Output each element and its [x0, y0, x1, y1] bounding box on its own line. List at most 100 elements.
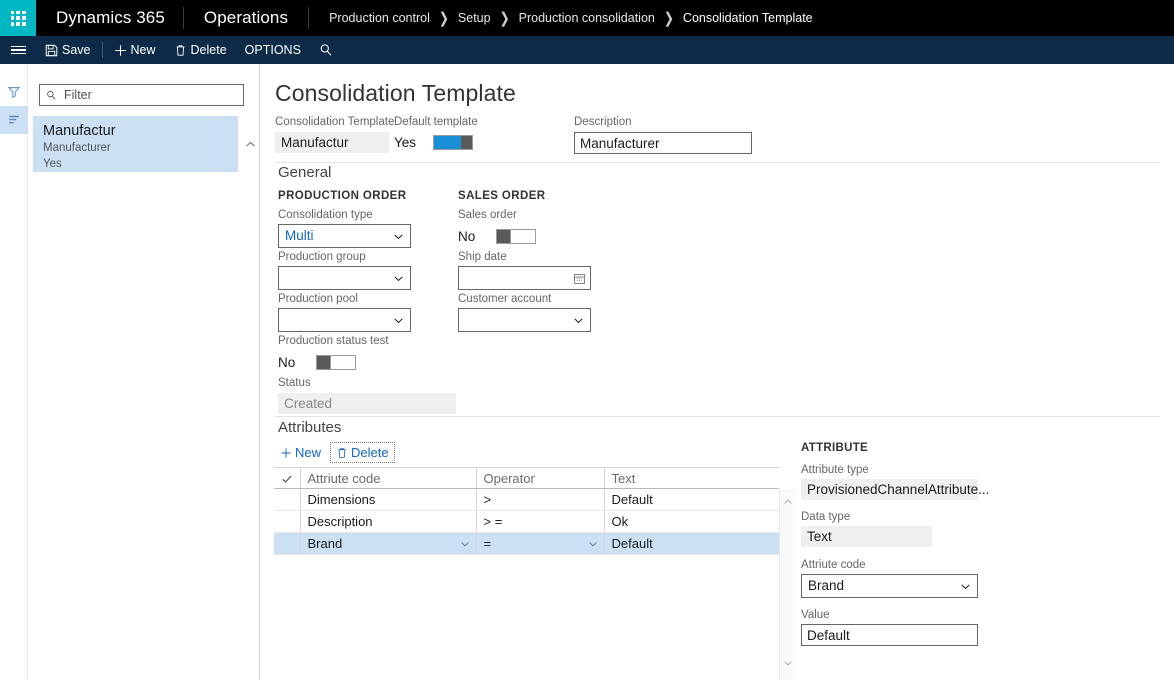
save-disk-icon: [45, 44, 58, 57]
scrollbar-down-button[interactable]: [782, 650, 794, 680]
ship-date-input[interactable]: [458, 266, 591, 290]
chevron-down-icon: [392, 230, 405, 243]
field-attriute-code: Attriute code Brand: [801, 558, 1001, 598]
attributes-new-button[interactable]: New: [275, 443, 326, 462]
table-row[interactable]: Description > = Ok: [274, 510, 779, 533]
breadcrumb-item-2[interactable]: Setup: [458, 11, 491, 25]
consolidation-template-value[interactable]: Manufactur: [275, 132, 389, 153]
field-customer-account: Customer account: [458, 292, 591, 332]
sort-lines-icon: [7, 113, 21, 127]
cell-operator[interactable]: >: [476, 488, 605, 511]
list-collapse-button[interactable]: [240, 116, 260, 172]
column-header-text[interactable]: Text: [604, 467, 779, 489]
chevron-right-icon: ❯: [663, 9, 674, 27]
filter-search-box[interactable]: [39, 84, 244, 106]
attributes-divider: [275, 416, 1160, 417]
cell-operator[interactable]: =: [476, 532, 605, 555]
cell-attriute-code[interactable]: Description: [300, 510, 477, 533]
checkmark-icon: [281, 473, 293, 485]
field-production-pool: Production pool: [278, 292, 411, 332]
row-select-cell[interactable]: [274, 532, 301, 555]
field-consolidation-template: Consolidation Template Manufactur: [275, 115, 394, 153]
waffle-menu-button[interactable]: [0, 0, 36, 36]
chevron-up-icon: [244, 138, 257, 151]
breadcrumb-item-4[interactable]: Consolidation Template: [683, 11, 813, 25]
description-label: Description: [574, 116, 632, 128]
attriute-code-dropdown[interactable]: Brand: [801, 574, 978, 598]
production-order-heading: PRODUCTION ORDER: [278, 190, 407, 202]
status-label: Status: [278, 377, 311, 389]
attributes-section-title: Attributes: [278, 419, 342, 436]
list-item-status: Yes: [43, 158, 62, 170]
cell-text[interactable]: Default: [604, 488, 779, 511]
list-item[interactable]: Manufactur Manufacturer Yes: [33, 116, 238, 172]
options-button[interactable]: OPTIONS: [236, 36, 310, 64]
attributes-delete-button[interactable]: Delete: [330, 442, 395, 463]
attributes-grid-scrollbar[interactable]: [779, 489, 796, 680]
sales-order-toggle[interactable]: [496, 229, 537, 244]
value-label: Value: [801, 609, 830, 621]
field-data-type: Data type Text: [801, 510, 1001, 547]
brand-label[interactable]: Dynamics 365: [36, 0, 183, 36]
default-template-toggle[interactable]: [433, 135, 474, 150]
production-status-test-label: Production status test: [278, 335, 389, 347]
scrollbar-up-button[interactable]: [782, 489, 794, 519]
calendar-icon[interactable]: [573, 272, 586, 285]
module-label[interactable]: Operations: [184, 0, 308, 36]
search-icon: [319, 43, 333, 57]
column-header-operator[interactable]: Operator: [476, 467, 605, 489]
field-ship-date: Ship date: [458, 250, 591, 290]
search-button[interactable]: [310, 36, 342, 64]
cell-attriute-code[interactable]: Brand: [300, 532, 477, 555]
consolidation-type-dropdown[interactable]: Multi: [278, 224, 411, 248]
field-sales-order: Sales order No: [458, 208, 537, 247]
hamburger-icon[interactable]: [0, 36, 36, 64]
chevron-down-icon: [392, 272, 405, 285]
production-group-label: Production group: [278, 251, 366, 263]
command-bar: Save New Delete OPTIONS: [0, 36, 1174, 64]
default-template-label: Default template: [394, 116, 478, 128]
delete-button[interactable]: Delete: [165, 36, 236, 64]
table-row[interactable]: Brand = Default: [274, 532, 779, 555]
field-production-status-test: Production status test No: [278, 334, 389, 373]
production-pool-dropdown[interactable]: [278, 308, 411, 332]
table-row[interactable]: Dimensions > Default: [274, 488, 779, 511]
value-input[interactable]: [801, 624, 978, 646]
production-status-test-toggle[interactable]: [316, 355, 357, 370]
row-select-cell[interactable]: [274, 488, 301, 511]
rail-filter-button[interactable]: [0, 78, 28, 106]
chevron-down-icon[interactable]: [587, 538, 599, 550]
header-divider: [275, 162, 1160, 163]
breadcrumb-item-1[interactable]: Production control: [329, 11, 430, 25]
attributes-toolbar: New Delete: [275, 442, 395, 463]
production-group-dropdown[interactable]: [278, 266, 411, 290]
field-default-template: Default template Yes: [394, 115, 478, 153]
save-button[interactable]: Save: [36, 36, 100, 64]
filter-input[interactable]: [62, 87, 227, 103]
breadcrumb-item-3[interactable]: Production consolidation: [519, 11, 655, 25]
cell-text[interactable]: Default: [604, 532, 779, 555]
attributes-delete-label: Delete: [351, 445, 389, 460]
attriute-code-label: Attriute code: [801, 559, 866, 571]
attribute-panel-heading: ATTRIBUTE: [801, 442, 869, 454]
new-label: New: [130, 43, 156, 57]
sales-order-label: Sales order: [458, 209, 517, 221]
chevron-down-icon[interactable]: [459, 538, 471, 550]
plus-icon: [280, 447, 292, 459]
new-button[interactable]: New: [105, 36, 165, 64]
data-type-label: Data type: [801, 511, 851, 523]
customer-account-dropdown[interactable]: [458, 308, 591, 332]
cell-text[interactable]: Ok: [604, 510, 779, 533]
description-input[interactable]: [574, 132, 752, 154]
column-header-attriute-code[interactable]: Attriute code: [300, 467, 477, 489]
cell-attriute-code[interactable]: Dimensions: [300, 488, 477, 511]
consolidation-type-value: Multi: [285, 228, 314, 243]
cell-operator[interactable]: > =: [476, 510, 605, 533]
sales-order-state-text: No: [458, 229, 476, 244]
data-type-value: Text: [801, 526, 932, 547]
rail-sort-button[interactable]: [0, 106, 28, 134]
cell-operator-value: =: [483, 536, 492, 551]
select-all-column-header[interactable]: [274, 467, 301, 489]
waffle-grid-icon: [10, 10, 26, 26]
row-select-cell[interactable]: [274, 510, 301, 533]
